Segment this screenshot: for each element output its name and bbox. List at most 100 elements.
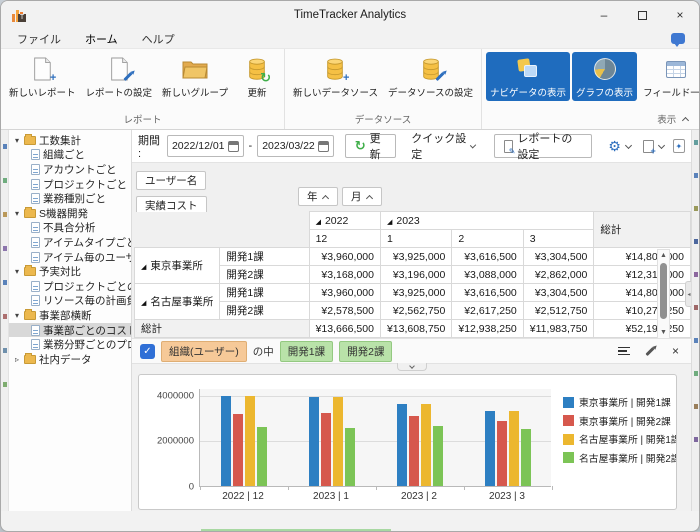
bar[interactable]: [333, 397, 343, 486]
show-navigator-button[interactable]: ナビゲータの表示: [486, 52, 570, 101]
edit-filter-icon[interactable]: [645, 346, 654, 355]
year-header[interactable]: ◢2022: [309, 212, 380, 230]
bar[interactable]: [321, 413, 331, 486]
collapsed-arrow-icon[interactable]: ▹: [13, 355, 21, 364]
datasource-settings-button[interactable]: データソースの設定: [384, 52, 477, 101]
value-cell[interactable]: ¥2,862,000: [523, 266, 594, 284]
bar[interactable]: [521, 429, 531, 486]
scroll-down-icon[interactable]: ▼: [658, 329, 669, 336]
filter-field-chip[interactable]: 組織(ユーザー): [161, 341, 247, 362]
quick-settings-button[interactable]: クイック設定: [407, 130, 481, 162]
collapsed-panel-left[interactable]: [1, 130, 9, 511]
row-group-cell[interactable]: ◢名古屋事業所: [135, 284, 220, 320]
export-dropdown-button[interactable]: [640, 138, 668, 155]
tree-item[interactable]: アカウントごと: [9, 162, 131, 177]
scroll-up-icon[interactable]: ▲: [658, 252, 669, 259]
tree-item[interactable]: プロジェクトごと: [9, 177, 131, 192]
tree-folder[interactable]: ▾予実対比: [9, 264, 131, 279]
collapsed-panel-right[interactable]: [691, 130, 699, 511]
column-chip-year[interactable]: 年: [298, 187, 338, 206]
value-cell[interactable]: ¥12,314,000: [594, 266, 691, 284]
value-cell[interactable]: ¥2,617,250: [452, 302, 523, 320]
value-cell[interactable]: ¥3,196,000: [380, 266, 451, 284]
row-sub-cell[interactable]: 開発1課: [220, 248, 309, 266]
tree-item[interactable]: 事業部ごとのコスト分析: [9, 323, 131, 338]
bar[interactable]: [345, 428, 355, 486]
bar[interactable]: [433, 426, 443, 486]
bar[interactable]: [309, 397, 319, 486]
bar[interactable]: [409, 416, 419, 486]
collapse-marker-icon[interactable]: ◢: [316, 219, 321, 226]
bar[interactable]: [257, 427, 267, 486]
value-cell[interactable]: ¥3,304,500: [523, 248, 594, 266]
expanded-arrow-icon[interactable]: ▾: [13, 311, 21, 320]
collapse-marker-icon[interactable]: ◢: [141, 300, 146, 307]
tree-item[interactable]: リソース毎の計画負荷状: [9, 294, 131, 309]
tree-item[interactable]: 業務分野ごとのプロジェク: [9, 337, 131, 352]
tree-item[interactable]: プロジェクトごとのコスト: [9, 279, 131, 294]
value-cell[interactable]: ¥3,168,000: [309, 266, 380, 284]
gear-dropdown-button[interactable]: ⚙: [605, 137, 635, 155]
filter-value-chip[interactable]: 開発2課: [339, 341, 392, 362]
refresh-button[interactable]: ↻ 更新: [234, 52, 280, 101]
bar[interactable]: [221, 396, 231, 486]
new-group-button[interactable]: 新しいグループ: [158, 52, 232, 101]
table-scrollbar[interactable]: ▲ ▼: [657, 249, 670, 339]
feedback-icon[interactable]: [671, 33, 685, 44]
bar[interactable]: [485, 411, 495, 486]
menu-help[interactable]: ヘルプ: [140, 30, 177, 48]
expanded-arrow-icon[interactable]: ▾: [13, 267, 21, 276]
month-header[interactable]: 12: [309, 230, 380, 248]
month-header[interactable]: 2: [452, 230, 523, 248]
minimize-button[interactable]: –: [585, 1, 623, 29]
scrollbar-thumb[interactable]: [660, 263, 667, 319]
tree-item[interactable]: アイテム毎のユーザーの予: [9, 250, 131, 265]
value-cell[interactable]: ¥10,271,250: [594, 302, 691, 320]
report-settings-button[interactable]: レポートの設定: [82, 52, 157, 101]
bar[interactable]: [397, 404, 407, 486]
value-cell[interactable]: ¥14,806,000: [594, 248, 691, 266]
bar[interactable]: [497, 421, 507, 486]
data-chip-user-name[interactable]: ユーザー名: [136, 171, 206, 190]
value-cell[interactable]: ¥3,304,500: [523, 284, 594, 302]
tree-item[interactable]: アイテムタイプごとの予実管: [9, 235, 131, 250]
bar[interactable]: [509, 411, 519, 486]
filter-menu-icon[interactable]: [618, 347, 630, 356]
row-sub-cell[interactable]: 開発2課: [220, 266, 309, 284]
bar[interactable]: [233, 414, 243, 486]
fullscreen-icon[interactable]: ✦: [673, 139, 685, 153]
tree-folder[interactable]: ▾事業部横断: [9, 308, 131, 323]
expanded-arrow-icon[interactable]: ▾: [13, 209, 21, 218]
value-cell[interactable]: ¥2,562,750: [380, 302, 451, 320]
bar[interactable]: [245, 396, 255, 486]
tree-item[interactable]: 業務種別ごと: [9, 191, 131, 206]
value-cell[interactable]: ¥2,512,750: [523, 302, 594, 320]
maximize-button[interactable]: [623, 1, 661, 29]
value-cell[interactable]: ¥2,578,500: [309, 302, 380, 320]
value-cell[interactable]: ¥3,925,000: [380, 248, 451, 266]
value-cell[interactable]: ¥3,960,000: [309, 248, 380, 266]
remove-filter-icon[interactable]: ×: [672, 345, 679, 357]
collapse-marker-icon[interactable]: ◢: [387, 219, 392, 226]
expanded-arrow-icon[interactable]: ▾: [13, 136, 21, 145]
date-to-input[interactable]: 2023/03/22: [257, 135, 334, 157]
new-datasource-button[interactable]: + 新しいデータソース: [289, 52, 382, 101]
close-button[interactable]: ×: [661, 1, 699, 29]
field-list-button[interactable]: フィールド一覧: [639, 52, 699, 101]
calendar-icon[interactable]: [228, 141, 239, 152]
value-cell[interactable]: ¥14,806,000: [594, 284, 691, 302]
value-cell[interactable]: ¥3,925,000: [380, 284, 451, 302]
filter-value-chip[interactable]: 開発1課: [280, 341, 333, 362]
month-header[interactable]: 3: [523, 230, 594, 248]
value-cell[interactable]: ¥3,616,500: [452, 284, 523, 302]
new-report-button[interactable]: + 新しいレポート: [5, 52, 80, 101]
value-cell[interactable]: ¥3,088,000: [452, 266, 523, 284]
menu-home[interactable]: ホーム: [83, 30, 120, 48]
bar[interactable]: [421, 404, 431, 486]
tree-folder[interactable]: ▹社内データ: [9, 352, 131, 367]
date-from-input[interactable]: 2022/12/01: [167, 135, 244, 157]
report-settings-toolbar-button[interactable]: レポートの設定: [494, 134, 592, 158]
tree-folder[interactable]: ▾S機器開発: [9, 206, 131, 221]
filter-checkbox[interactable]: ✓: [140, 344, 155, 359]
row-sub-cell[interactable]: 開発2課: [220, 302, 309, 320]
